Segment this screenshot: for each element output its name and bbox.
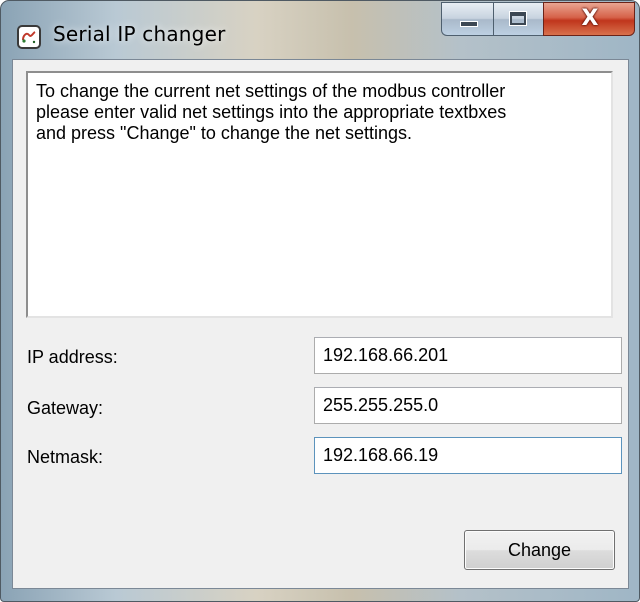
client-area: To change the current net settings of th… xyxy=(12,59,629,589)
close-icon: X xyxy=(581,6,599,31)
info-text-box[interactable]: To change the current net settings of th… xyxy=(26,71,613,318)
minimize-icon xyxy=(460,21,478,27)
minimize-button[interactable] xyxy=(441,2,493,36)
change-button[interactable]: Change xyxy=(464,530,615,570)
title-bar[interactable]: Serial IP changer X xyxy=(1,1,639,59)
serial-ip-changer-window: Serial IP changer X To change the curren… xyxy=(0,0,640,602)
gateway-label: Gateway: xyxy=(27,398,104,418)
ip-address-field[interactable]: 192.168.66.201 xyxy=(314,337,622,374)
netmask-field[interactable]: 192.168.66.19 xyxy=(314,437,622,474)
window-title: Serial IP changer xyxy=(53,22,226,46)
netmask-label: Netmask: xyxy=(27,447,104,467)
caption-buttons: X xyxy=(441,2,635,36)
serial-port-icon[interactable] xyxy=(17,25,41,49)
ip-address-label: IP address: xyxy=(27,347,118,367)
close-button[interactable]: X xyxy=(543,2,635,36)
maximize-icon xyxy=(509,11,527,26)
gateway-field[interactable]: 255.255.255.0 xyxy=(314,387,622,424)
maximize-button[interactable] xyxy=(493,2,543,36)
